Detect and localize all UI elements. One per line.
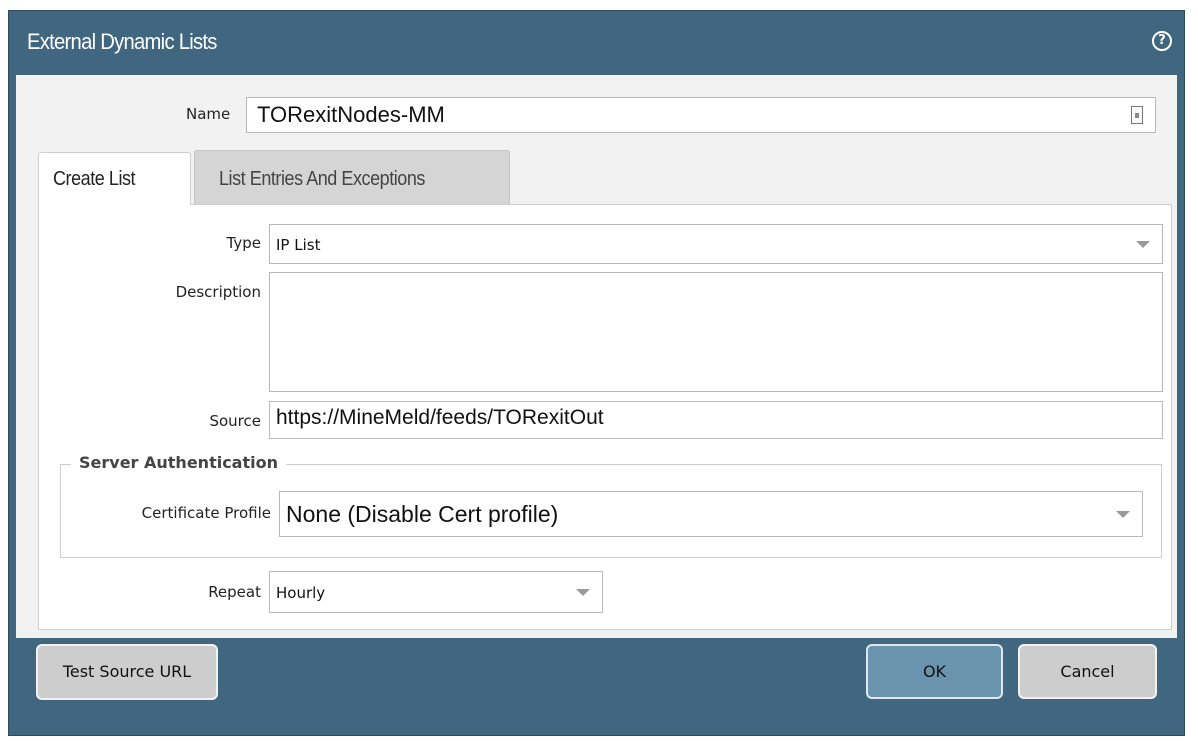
name-value: TORexitNodes-MM: [257, 102, 445, 127]
external-dynamic-lists-dialog: External Dynamic Lists ? Name TORexitNod…: [8, 10, 1185, 736]
type-value: IP List: [276, 236, 321, 254]
source-value: https://MineMeld/feeds/TORexitOut: [276, 406, 604, 429]
certificate-profile-select[interactable]: None (Disable Cert profile): [279, 491, 1143, 537]
type-dropdown-arrow-icon[interactable]: [1124, 225, 1162, 263]
server-authentication-legend: Server Authentication: [71, 453, 286, 472]
tab-create-list-label: Create List: [53, 168, 136, 190]
dialog-titlebar: External Dynamic Lists ?: [9, 11, 1184, 71]
description-label: Description: [175, 283, 261, 301]
clipboard-icon[interactable]: [1131, 106, 1143, 124]
ok-button[interactable]: OK: [866, 644, 1003, 699]
certificate-profile-dropdown-arrow-icon[interactable]: [1104, 492, 1142, 536]
cancel-button[interactable]: Cancel: [1018, 644, 1157, 699]
tab-create-list[interactable]: Create List: [38, 152, 191, 205]
create-list-panel: Type IP List Description Source https://…: [38, 204, 1172, 630]
repeat-select[interactable]: Hourly: [269, 571, 603, 613]
name-input[interactable]: TORexitNodes-MM: [246, 97, 1156, 133]
source-input[interactable]: https://MineMeld/feeds/TORexitOut: [269, 401, 1163, 439]
type-label: Type: [226, 234, 261, 252]
source-label: Source: [209, 412, 261, 430]
repeat-dropdown-arrow-icon[interactable]: [564, 572, 602, 612]
test-source-url-button[interactable]: Test Source URL: [36, 644, 218, 700]
name-label: Name: [186, 105, 231, 123]
help-icon[interactable]: ?: [1152, 31, 1172, 51]
tab-list-entries-and-exceptions[interactable]: List Entries And Exceptions: [194, 150, 510, 205]
certificate-profile-value: None (Disable Cert profile): [286, 501, 559, 527]
description-textarea[interactable]: [269, 272, 1163, 392]
repeat-value: Hourly: [276, 584, 326, 602]
tab-list-entries-label: List Entries And Exceptions: [219, 168, 425, 190]
type-select[interactable]: IP List: [269, 224, 1163, 264]
dialog-title: External Dynamic Lists: [27, 29, 217, 54]
server-authentication-group: Server Authentication Certificate Profil…: [60, 453, 1162, 558]
repeat-label: Repeat: [208, 583, 261, 601]
dialog-content: Name TORexitNodes-MM Create List List En…: [16, 75, 1177, 638]
certificate-profile-label: Certificate Profile: [141, 504, 271, 522]
